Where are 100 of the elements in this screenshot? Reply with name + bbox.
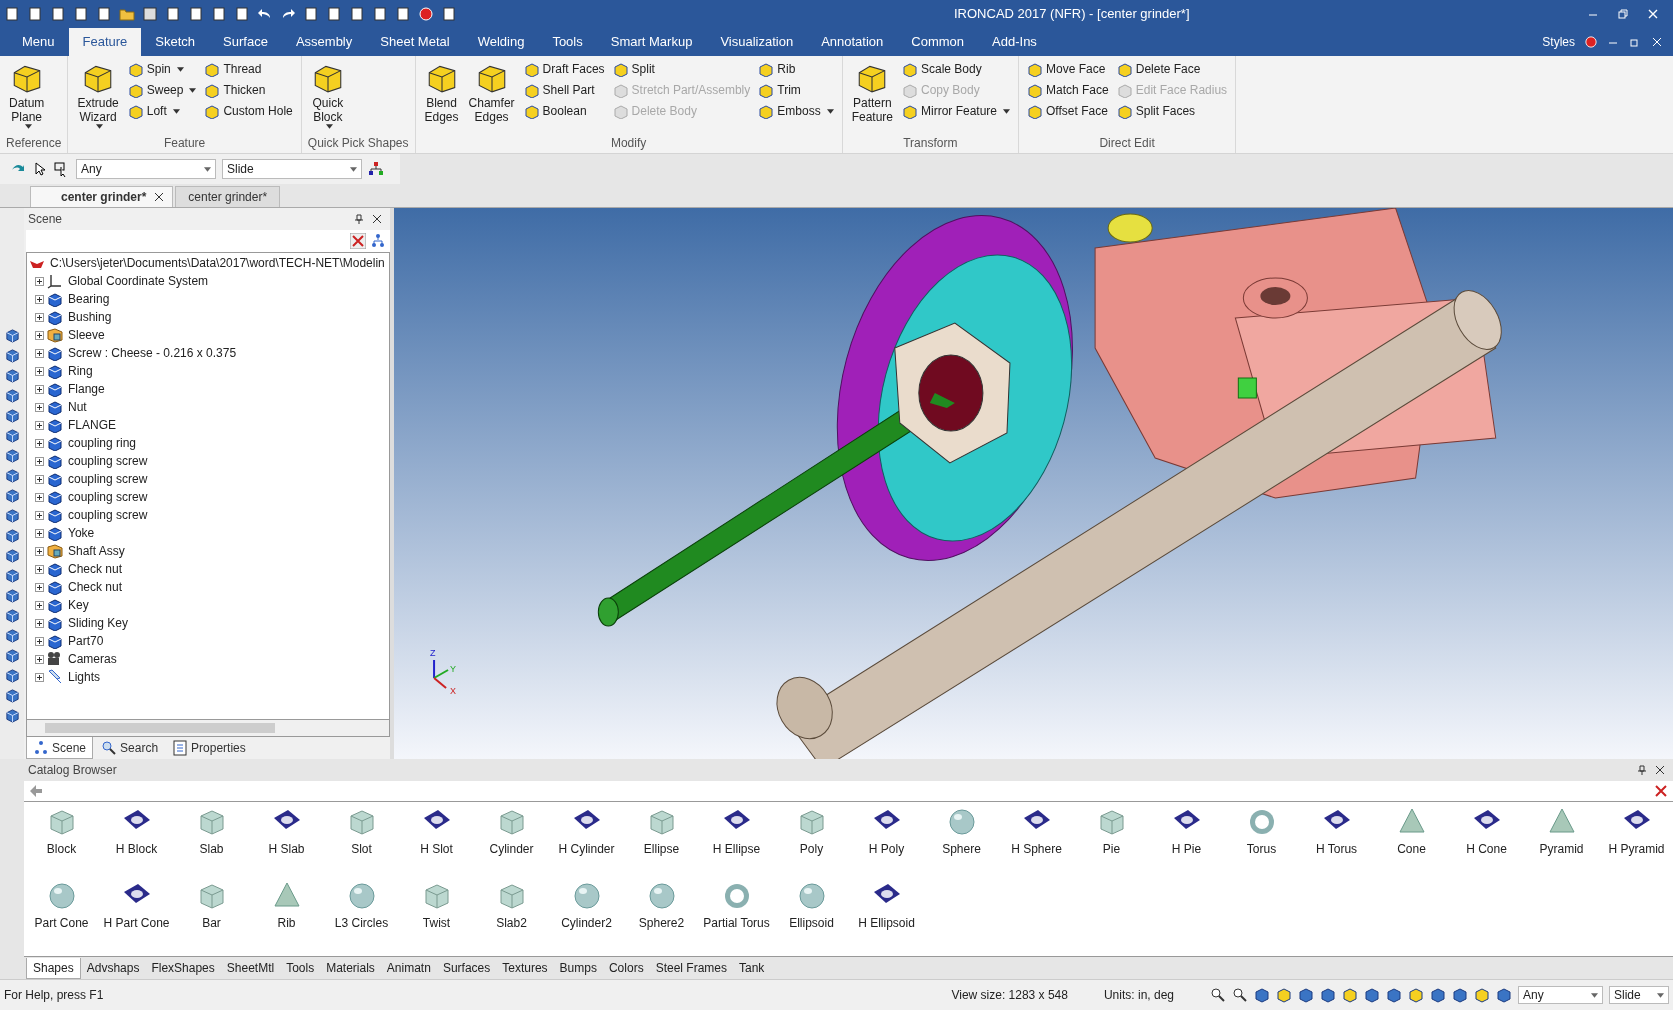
tree-item[interactable]: Sliding Key [66, 616, 131, 630]
ribbon-button[interactable]: Mirror Feature [900, 102, 1013, 120]
tree-item[interactable]: coupling screw [66, 472, 150, 486]
catalog-tab[interactable]: Tools [280, 958, 321, 978]
catalog-item[interactable]: Pyramid [1524, 806, 1599, 880]
cube-icon[interactable] [4, 448, 20, 463]
ribbon-tab[interactable]: Feature [68, 28, 142, 56]
expand-icon[interactable] [35, 348, 44, 358]
ribbon-tab[interactable]: Common [897, 28, 979, 56]
cube-icon[interactable] [4, 568, 20, 583]
catalog-item[interactable]: Bar [174, 880, 249, 954]
catalog-item[interactable]: Torus [1224, 806, 1299, 880]
ribbon-tab[interactable]: Surface [209, 28, 282, 56]
close-icon[interactable] [1655, 765, 1665, 775]
document-icon[interactable] [50, 5, 66, 22]
restore-icon[interactable] [1617, 7, 1629, 20]
catalog-item[interactable]: H Cone [1449, 806, 1524, 880]
document-icon[interactable] [73, 5, 89, 22]
tree-item[interactable]: Screw : Cheese - 0.216 x 0.375 [66, 346, 239, 360]
catalog-item[interactable]: Cylinder [474, 806, 549, 880]
expand-icon[interactable] [35, 420, 44, 430]
catalog-item[interactable]: H Part Cone [99, 880, 174, 954]
catalog-tab[interactable]: Shapes [26, 957, 81, 979]
catalog-tab[interactable]: Advshaps [80, 958, 146, 978]
catalog-item[interactable]: H Slot [399, 806, 474, 880]
ribbon-button[interactable]: Move Face [1025, 60, 1111, 78]
delete-icon[interactable] [1653, 783, 1669, 799]
tree-item[interactable]: coupling screw [66, 508, 150, 522]
cube-icon[interactable] [4, 328, 20, 343]
cube-icon[interactable] [1386, 987, 1402, 1003]
cursor-icon[interactable] [32, 161, 48, 177]
ribbon-tab[interactable]: Assembly [281, 28, 367, 56]
ribbon-tab[interactable]: Tools [538, 28, 597, 56]
cube-icon[interactable] [4, 428, 20, 443]
cube-icon[interactable] [4, 648, 20, 663]
panel-tab[interactable]: Properties [166, 737, 252, 759]
document-icon[interactable] [441, 5, 457, 22]
ribbon-button[interactable]: Thread [202, 60, 295, 78]
cad-model-drawing[interactable] [597, 208, 1502, 759]
ribbon-tab[interactable]: Welding [463, 28, 539, 56]
expand-icon[interactable] [35, 636, 44, 646]
catalog-item[interactable]: Pie [1074, 806, 1149, 880]
ribbon-button[interactable]: Emboss [756, 102, 836, 120]
hierarchy-icon[interactable] [368, 161, 384, 177]
catalog-tab[interactable]: FlexShapes [145, 958, 221, 978]
ribbon-large-button[interactable]: Datum Plane [6, 58, 48, 136]
horizontal-scrollbar[interactable] [26, 720, 390, 737]
catalog-item[interactable]: Slot [324, 806, 399, 880]
tree-item[interactable]: Yoke [66, 526, 97, 540]
catalog-item[interactable]: Twist [399, 880, 474, 954]
tree-icon[interactable] [370, 233, 386, 249]
ribbon-tab[interactable]: Menu [8, 28, 69, 56]
tree-item[interactable]: coupling screw [66, 454, 150, 468]
ribbon-tab[interactable]: Smart Markup [596, 28, 707, 56]
catalog-tab[interactable]: Animatn [380, 958, 437, 978]
expand-icon[interactable] [35, 276, 44, 286]
cube-icon[interactable] [1342, 987, 1358, 1003]
catalog-item[interactable]: Block [24, 806, 99, 880]
cube-icon[interactable] [1276, 987, 1292, 1003]
cube-icon[interactable] [4, 608, 20, 623]
expand-icon[interactable] [35, 456, 44, 466]
cube-icon[interactable] [1430, 987, 1446, 1003]
tree-item[interactable]: Shaft Assy [66, 544, 127, 558]
catalog-item[interactable]: H Cylinder [549, 806, 624, 880]
expand-icon[interactable] [35, 528, 44, 538]
expand-icon[interactable] [35, 492, 44, 502]
ribbon-button[interactable]: Custom Hole [202, 102, 295, 120]
catalog-item[interactable]: H Pyramid [1599, 806, 1673, 880]
expand-icon[interactable] [35, 402, 44, 412]
document-tab[interactable]: center grinder* [175, 186, 281, 207]
cube-icon[interactable] [4, 668, 20, 683]
catalog-item[interactable]: H Sphere [999, 806, 1074, 880]
expand-icon[interactable] [35, 654, 44, 664]
ribbon-tab[interactable]: Annotation [807, 28, 898, 56]
close-icon[interactable] [372, 214, 382, 224]
catalog-item[interactable]: Slab2 [474, 880, 549, 954]
ribbon-button[interactable]: Draft Faces [521, 60, 607, 78]
ribbon-button[interactable]: Rib [756, 60, 836, 78]
cube-icon[interactable] [4, 348, 20, 363]
tree-item[interactable]: C:\Users\jeter\Documents\Data\2017\word\TECH-NET\Modelin [48, 256, 387, 270]
mode-dropdown[interactable]: Slide [1609, 986, 1669, 1004]
catalog-tab[interactable]: SheetMtl [220, 958, 281, 978]
expand-icon[interactable] [35, 366, 44, 376]
cube-icon[interactable] [4, 528, 20, 543]
document-icon[interactable] [303, 5, 319, 22]
cube-icon[interactable] [4, 488, 20, 503]
tree-item[interactable]: Nut [66, 400, 89, 414]
ribbon-tab[interactable]: Sheet Metal [366, 28, 464, 56]
cube-icon[interactable] [1496, 987, 1512, 1003]
catalog-item[interactable]: Sphere2 [624, 880, 699, 954]
cube-icon[interactable] [1320, 987, 1336, 1003]
catalog-item[interactable]: H Block [99, 806, 174, 880]
cube-icon[interactable] [1298, 987, 1314, 1003]
tree-item[interactable]: Check nut [66, 562, 125, 576]
ribbon-button[interactable]: Loft [125, 102, 199, 120]
ribbon-button[interactable]: Thicken [202, 81, 295, 99]
catalog-tab[interactable]: Colors [602, 958, 650, 978]
catalog-tab[interactable]: Tank [733, 958, 771, 978]
catalog-tab[interactable]: Materials [320, 958, 381, 978]
ribbon-tab[interactable]: Sketch [141, 28, 210, 56]
